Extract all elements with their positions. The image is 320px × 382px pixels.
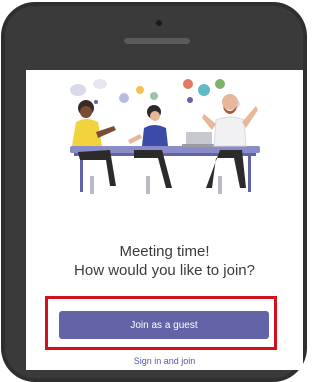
prompt-title: Meeting time! (119, 243, 210, 260)
meeting-illustration (70, 79, 260, 194)
camera-icon (156, 20, 162, 26)
person-left-icon (72, 100, 116, 186)
sign-in-and-join-link[interactable]: Sign in and join (26, 356, 303, 366)
laptop-icon (186, 132, 212, 146)
prompt-question: How would you like to join? (74, 262, 255, 279)
highlight-annotation (45, 296, 277, 350)
speaker-grille (124, 38, 190, 44)
